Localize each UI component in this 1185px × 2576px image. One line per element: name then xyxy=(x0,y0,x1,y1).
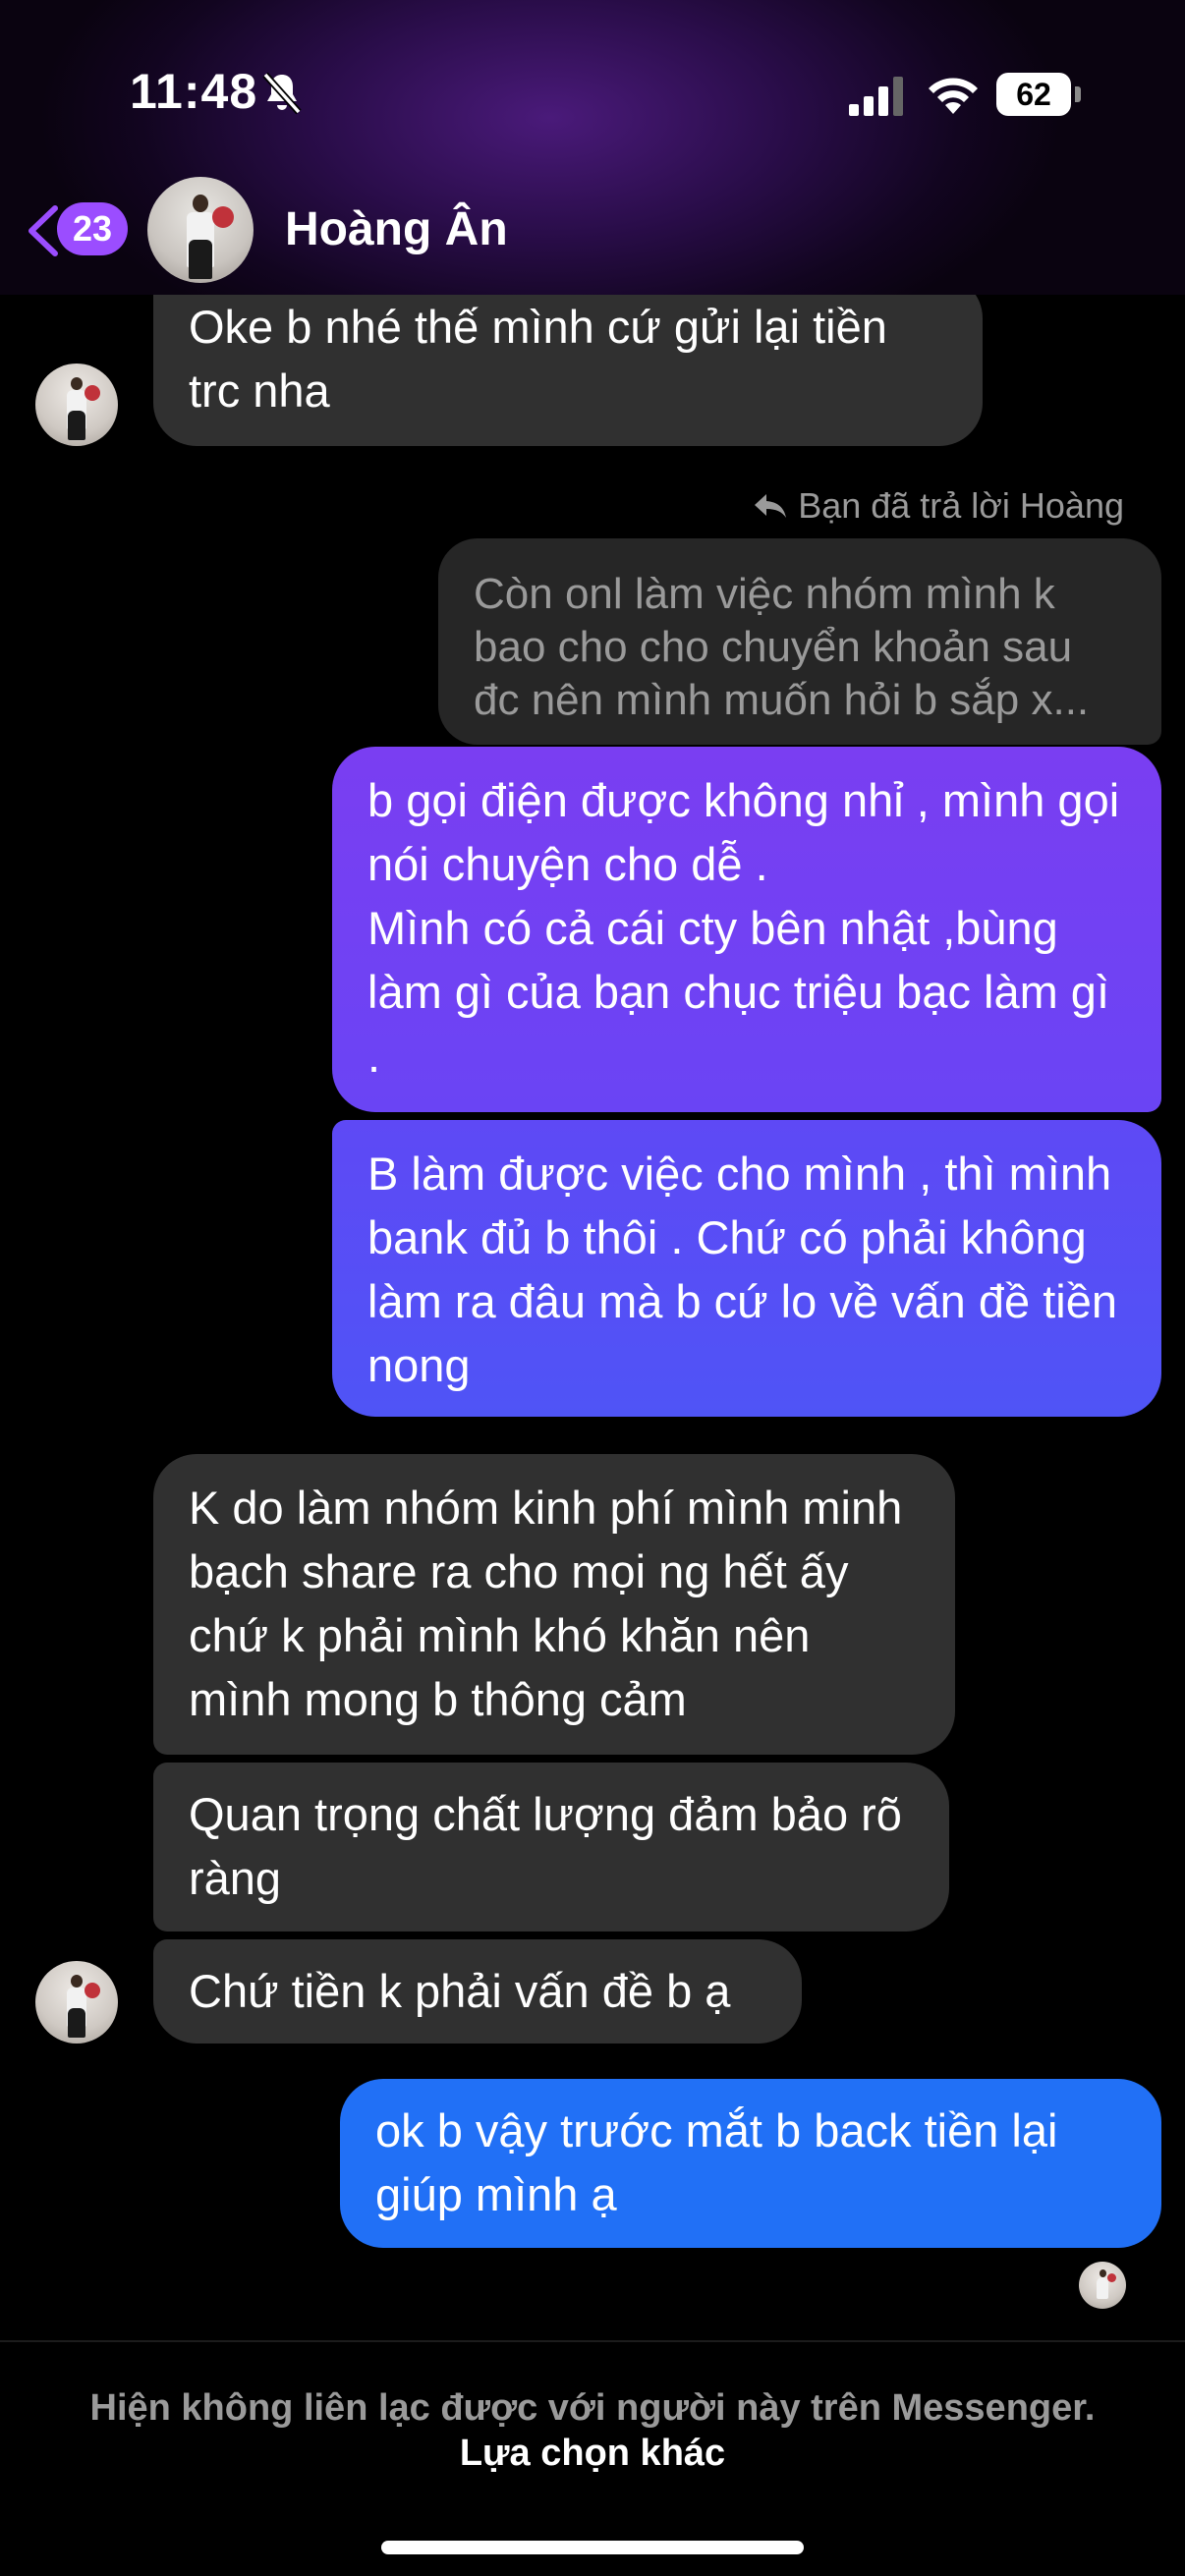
message-text: Quan trọng chất lượng đảm bảo rõ ràng xyxy=(189,1788,902,1904)
incoming-message[interactable]: Chứ tiền k phải vấn đề b ạ xyxy=(153,1939,802,2044)
reply-label-text: Bạn đã trả lời Hoàng xyxy=(798,485,1124,526)
unread-count-badge[interactable]: 23 xyxy=(57,202,128,255)
message-text: Chứ tiền k phải vấn đề b ạ xyxy=(189,1965,731,2017)
message-text-line: Mình có cả cái cty bên nhật ,bùng làm gì… xyxy=(367,902,1110,1082)
contact-avatar-small xyxy=(35,364,118,446)
status-time: 11:48 xyxy=(130,64,258,119)
incoming-message[interactable]: Oke b nhé thế mình cứ gửi lại tiền trc n… xyxy=(153,275,983,446)
home-indicator[interactable] xyxy=(381,2541,804,2554)
outgoing-message[interactable]: ok b vậy trước mắt b back tiền lại giúp … xyxy=(340,2079,1161,2248)
message-text: Oke b nhé thế mình cứ gửi lại tiền trc n… xyxy=(189,301,887,417)
reply-arrow-icon xyxy=(755,494,787,518)
message-text-line: b gọi điện được không nhỉ , mình gọi nói… xyxy=(367,774,1120,890)
incoming-message[interactable]: Quan trọng chất lượng đảm bảo rõ ràng xyxy=(153,1763,949,1932)
conversation-header: 11:48 62 23 Hoàng Ân xyxy=(0,0,1185,295)
seen-receipt-avatar xyxy=(1079,2262,1126,2309)
message-text: B làm được việc cho mình , thì mình bank… xyxy=(367,1148,1117,1391)
incoming-message[interactable]: K do làm nhóm kinh phí mình minh bạch sh… xyxy=(153,1454,955,1755)
contact-avatar-small xyxy=(35,1961,118,2044)
bell-slash-icon xyxy=(262,72,302,115)
other-options-link[interactable]: Lựa chọn khác xyxy=(0,2433,1185,2475)
cellular-signal-icon xyxy=(849,77,903,116)
battery-indicator: 62 xyxy=(996,73,1071,116)
contact-avatar[interactable] xyxy=(147,177,254,283)
footer-divider xyxy=(0,2340,1185,2342)
message-text: K do làm nhóm kinh phí mình minh bạch sh… xyxy=(189,1482,903,1725)
contact-name[interactable]: Hoàng Ân xyxy=(285,202,508,256)
outgoing-message[interactable]: B làm được việc cho mình , thì mình bank… xyxy=(332,1120,1161,1417)
reply-context-label: Bạn đã trả lời Hoàng xyxy=(753,485,1124,527)
unavailable-notice: Hiện không liên lạc được với người này t… xyxy=(89,2387,1096,2429)
outgoing-message[interactable]: b gọi điện được không nhỉ , mình gọi nói… xyxy=(332,747,1161,1112)
quoted-message[interactable]: Còn onl làm việc nhóm mình k bao cho cho… xyxy=(438,538,1161,745)
battery-nub xyxy=(1075,86,1081,102)
wifi-icon xyxy=(929,78,978,114)
message-text: ok b vậy trước mắt b back tiền lại giúp … xyxy=(375,2104,1058,2220)
